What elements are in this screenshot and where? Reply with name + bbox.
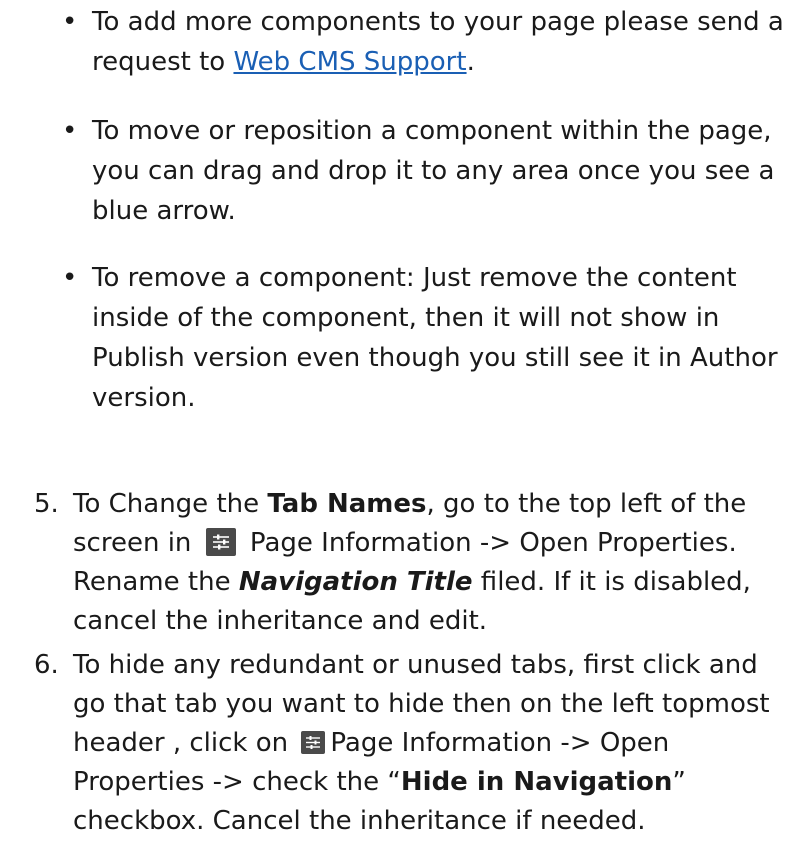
hide-in-navigation-bold: Hide in Navigation (400, 767, 673, 797)
bullet-text: To remove a component: Just remove the c… (92, 263, 778, 413)
document-page: • To add more components to your page pl… (0, 0, 804, 836)
page-information-icon (205, 528, 236, 556)
navigation-title-bold: Navigation Title (238, 567, 473, 597)
step-6-body: To hide any redundant or unused tabs, fi… (73, 646, 793, 841)
page-information-icon (301, 731, 326, 754)
bullet-dot: • (62, 116, 78, 146)
step-5-body: To Change the Tab Names, go to the top l… (73, 485, 793, 641)
step-number: 6. (34, 650, 59, 680)
bullet-item-move-component: • To move or reposition a component with… (62, 111, 792, 231)
bullet-dot: • (62, 263, 78, 293)
bullet-item-remove-component: • To remove a component: Just remove the… (62, 258, 792, 418)
bullet-text: To move or reposition a component within… (92, 116, 775, 226)
bullet-item-add-components: • To add more components to your page pl… (62, 2, 792, 82)
bullet-dot: • (62, 7, 78, 37)
step-text: To Change the (73, 489, 268, 519)
step-number: 5. (34, 489, 59, 519)
tab-names-bold: Tab Names (267, 489, 427, 519)
bullet-text-end: . (466, 47, 475, 77)
web-cms-support-link[interactable]: Web CMS Support (233, 47, 466, 77)
